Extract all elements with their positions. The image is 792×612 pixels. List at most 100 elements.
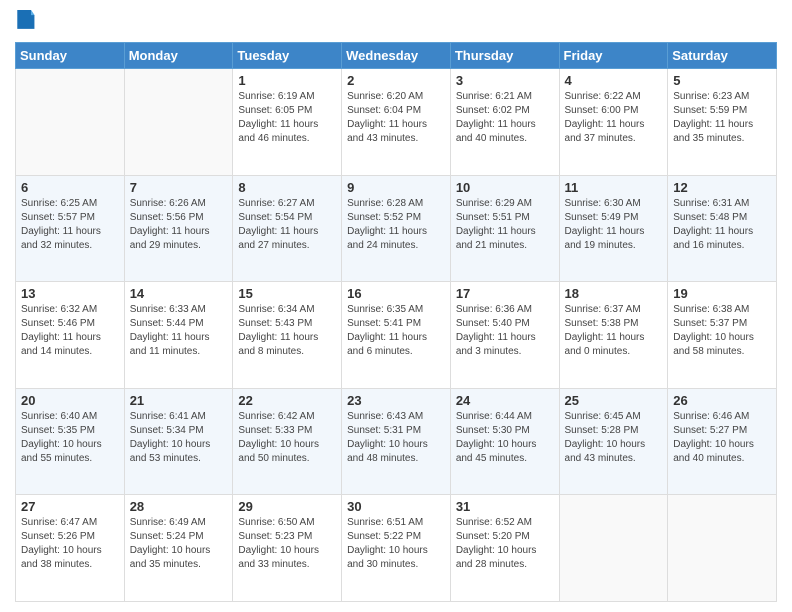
day-number: 4 <box>565 73 663 88</box>
calendar-cell: 4 Sunrise: 6:22 AMSunset: 6:00 PMDaylight… <box>559 69 668 176</box>
day-info: Sunrise: 6:33 AMSunset: 5:44 PMDaylight:… <box>130 303 228 359</box>
day-info: Sunrise: 6:31 AMSunset: 5:48 PMDaylight:… <box>673 197 771 253</box>
calendar-header-tuesday: Tuesday <box>233 43 342 69</box>
calendar-cell: 29Sunrise: 6:50 AMSunset: 5:23 PMDayligh… <box>233 495 342 602</box>
calendar-cell <box>559 495 668 602</box>
calendar-cell: 7 Sunrise: 6:26 AMSunset: 5:56 PMDaylight… <box>124 175 233 282</box>
calendar-header-wednesday: Wednesday <box>342 43 451 69</box>
day-number: 16 <box>347 286 445 301</box>
calendar-cell: 16 Sunrise: 6:35 AMSunset: 5:41 PMDayligh… <box>342 282 451 389</box>
day-info: Sunrise: 6:30 AMSunset: 5:49 PMDaylight:… <box>565 197 663 253</box>
day-number: 19 <box>673 286 771 301</box>
day-info: Sunrise: 6:28 AMSunset: 5:52 PMDaylight:… <box>347 197 445 253</box>
day-number: 5 <box>673 73 771 88</box>
calendar-cell: 21 Sunrise: 6:41 AMSunset: 5:34 PMDayligh… <box>124 388 233 495</box>
calendar-cell: 17Sunrise: 6:36 AMSunset: 5:40 PMDayligh… <box>450 282 559 389</box>
day-number: 26 <box>673 393 771 408</box>
calendar-cell: 13Sunrise: 6:32 AMSunset: 5:46 PMDayligh… <box>16 282 125 389</box>
day-info: Sunrise: 6:20 AMSunset: 6:04 PMDaylight:… <box>347 90 445 146</box>
day-info: Sunrise: 6:44 AMSunset: 5:30 PMDaylight:… <box>456 410 554 466</box>
calendar-cell: 28 Sunrise: 6:49 AMSunset: 5:24 PMDayligh… <box>124 495 233 602</box>
day-info: Sunrise: 6:46 AMSunset: 5:27 PMDaylight:… <box>673 410 771 466</box>
day-number: 29 <box>238 499 336 514</box>
day-number: 9 <box>347 180 445 195</box>
day-info: Sunrise: 6:23 AMSunset: 5:59 PMDaylight:… <box>673 90 771 146</box>
day-number: 20 <box>21 393 119 408</box>
day-number: 3 <box>456 73 554 88</box>
day-number: 2 <box>347 73 445 88</box>
day-number: 10 <box>456 180 554 195</box>
calendar-cell: 1Sunrise: 6:19 AMSunset: 6:05 PMDaylight… <box>233 69 342 176</box>
calendar-cell: 24 Sunrise: 6:44 AMSunset: 5:30 PMDayligh… <box>450 388 559 495</box>
day-info: Sunrise: 6:41 AMSunset: 5:34 PMDaylight:… <box>130 410 228 466</box>
calendar-cell: 19 Sunrise: 6:38 AMSunset: 5:37 PMDayligh… <box>668 282 777 389</box>
calendar-week-row: 27 Sunrise: 6:47 AMSunset: 5:26 PMDayligh… <box>16 495 777 602</box>
day-info: Sunrise: 6:29 AMSunset: 5:51 PMDaylight:… <box>456 197 554 253</box>
day-number: 21 <box>130 393 228 408</box>
logo <box>15 10 39 34</box>
day-number: 22 <box>238 393 336 408</box>
day-info: Sunrise: 6:26 AMSunset: 5:56 PMDaylight:… <box>130 197 228 253</box>
day-info: Sunrise: 6:27 AMSunset: 5:54 PMDaylight:… <box>238 197 336 253</box>
calendar-header-saturday: Saturday <box>668 43 777 69</box>
header <box>15 10 777 34</box>
calendar-cell: 30Sunrise: 6:51 AMSunset: 5:22 PMDayligh… <box>342 495 451 602</box>
day-info: Sunrise: 6:49 AMSunset: 5:24 PMDaylight:… <box>130 516 228 572</box>
calendar-week-row: 6Sunrise: 6:25 AMSunset: 5:57 PMDaylight… <box>16 175 777 282</box>
day-number: 17 <box>456 286 554 301</box>
day-info: Sunrise: 6:47 AMSunset: 5:26 PMDaylight:… <box>21 516 119 572</box>
calendar-cell: 25 Sunrise: 6:45 AMSunset: 5:28 PMDayligh… <box>559 388 668 495</box>
day-number: 28 <box>130 499 228 514</box>
calendar-week-row: 1Sunrise: 6:19 AMSunset: 6:05 PMDaylight… <box>16 69 777 176</box>
day-number: 7 <box>130 180 228 195</box>
day-number: 31 <box>456 499 554 514</box>
calendar-header-sunday: Sunday <box>16 43 125 69</box>
day-info: Sunrise: 6:25 AMSunset: 5:57 PMDaylight:… <box>21 197 119 253</box>
calendar-cell: 9 Sunrise: 6:28 AMSunset: 5:52 PMDaylight… <box>342 175 451 282</box>
day-number: 18 <box>565 286 663 301</box>
day-number: 25 <box>565 393 663 408</box>
calendar-table: SundayMondayTuesdayWednesdayThursdayFrid… <box>15 42 777 602</box>
day-number: 8 <box>238 180 336 195</box>
calendar-cell: 3 Sunrise: 6:21 AMSunset: 6:02 PMDaylight… <box>450 69 559 176</box>
calendar-cell <box>668 495 777 602</box>
calendar-header-thursday: Thursday <box>450 43 559 69</box>
day-number: 11 <box>565 180 663 195</box>
day-info: Sunrise: 6:37 AMSunset: 5:38 PMDaylight:… <box>565 303 663 359</box>
day-number: 27 <box>21 499 119 514</box>
day-info: Sunrise: 6:52 AMSunset: 5:20 PMDaylight:… <box>456 516 554 572</box>
calendar-cell: 12 Sunrise: 6:31 AMSunset: 5:48 PMDayligh… <box>668 175 777 282</box>
calendar-cell: 26 Sunrise: 6:46 AMSunset: 5:27 PMDayligh… <box>668 388 777 495</box>
calendar-cell: 23 Sunrise: 6:43 AMSunset: 5:31 PMDayligh… <box>342 388 451 495</box>
calendar-cell <box>16 69 125 176</box>
calendar-cell: 2 Sunrise: 6:20 AMSunset: 6:04 PMDaylight… <box>342 69 451 176</box>
calendar-header-row: SundayMondayTuesdayWednesdayThursdayFrid… <box>16 43 777 69</box>
day-number: 23 <box>347 393 445 408</box>
day-info: Sunrise: 6:22 AMSunset: 6:00 PMDaylight:… <box>565 90 663 146</box>
calendar-cell: 31 Sunrise: 6:52 AMSunset: 5:20 PMDayligh… <box>450 495 559 602</box>
day-number: 12 <box>673 180 771 195</box>
calendar-cell: 5 Sunrise: 6:23 AMSunset: 5:59 PMDaylight… <box>668 69 777 176</box>
day-info: Sunrise: 6:38 AMSunset: 5:37 PMDaylight:… <box>673 303 771 359</box>
day-info: Sunrise: 6:35 AMSunset: 5:41 PMDaylight:… <box>347 303 445 359</box>
calendar-cell: 10 Sunrise: 6:29 AMSunset: 5:51 PMDayligh… <box>450 175 559 282</box>
day-number: 30 <box>347 499 445 514</box>
day-info: Sunrise: 6:45 AMSunset: 5:28 PMDaylight:… <box>565 410 663 466</box>
day-info: Sunrise: 6:19 AMSunset: 6:05 PMDaylight:… <box>238 90 336 146</box>
day-number: 15 <box>238 286 336 301</box>
day-info: Sunrise: 6:40 AMSunset: 5:35 PMDaylight:… <box>21 410 119 466</box>
calendar-cell: 27 Sunrise: 6:47 AMSunset: 5:26 PMDayligh… <box>16 495 125 602</box>
calendar-header-friday: Friday <box>559 43 668 69</box>
day-info: Sunrise: 6:42 AMSunset: 5:33 PMDaylight:… <box>238 410 336 466</box>
day-info: Sunrise: 6:21 AMSunset: 6:02 PMDaylight:… <box>456 90 554 146</box>
calendar-cell: 14Sunrise: 6:33 AMSunset: 5:44 PMDayligh… <box>124 282 233 389</box>
calendar-cell <box>124 69 233 176</box>
day-info: Sunrise: 6:43 AMSunset: 5:31 PMDaylight:… <box>347 410 445 466</box>
day-info: Sunrise: 6:34 AMSunset: 5:43 PMDaylight:… <box>238 303 336 359</box>
calendar-week-row: 13Sunrise: 6:32 AMSunset: 5:46 PMDayligh… <box>16 282 777 389</box>
day-number: 24 <box>456 393 554 408</box>
day-number: 13 <box>21 286 119 301</box>
calendar-cell: 22 Sunrise: 6:42 AMSunset: 5:33 PMDayligh… <box>233 388 342 495</box>
calendar-cell: 6Sunrise: 6:25 AMSunset: 5:57 PMDaylight… <box>16 175 125 282</box>
logo-icon <box>15 10 35 34</box>
